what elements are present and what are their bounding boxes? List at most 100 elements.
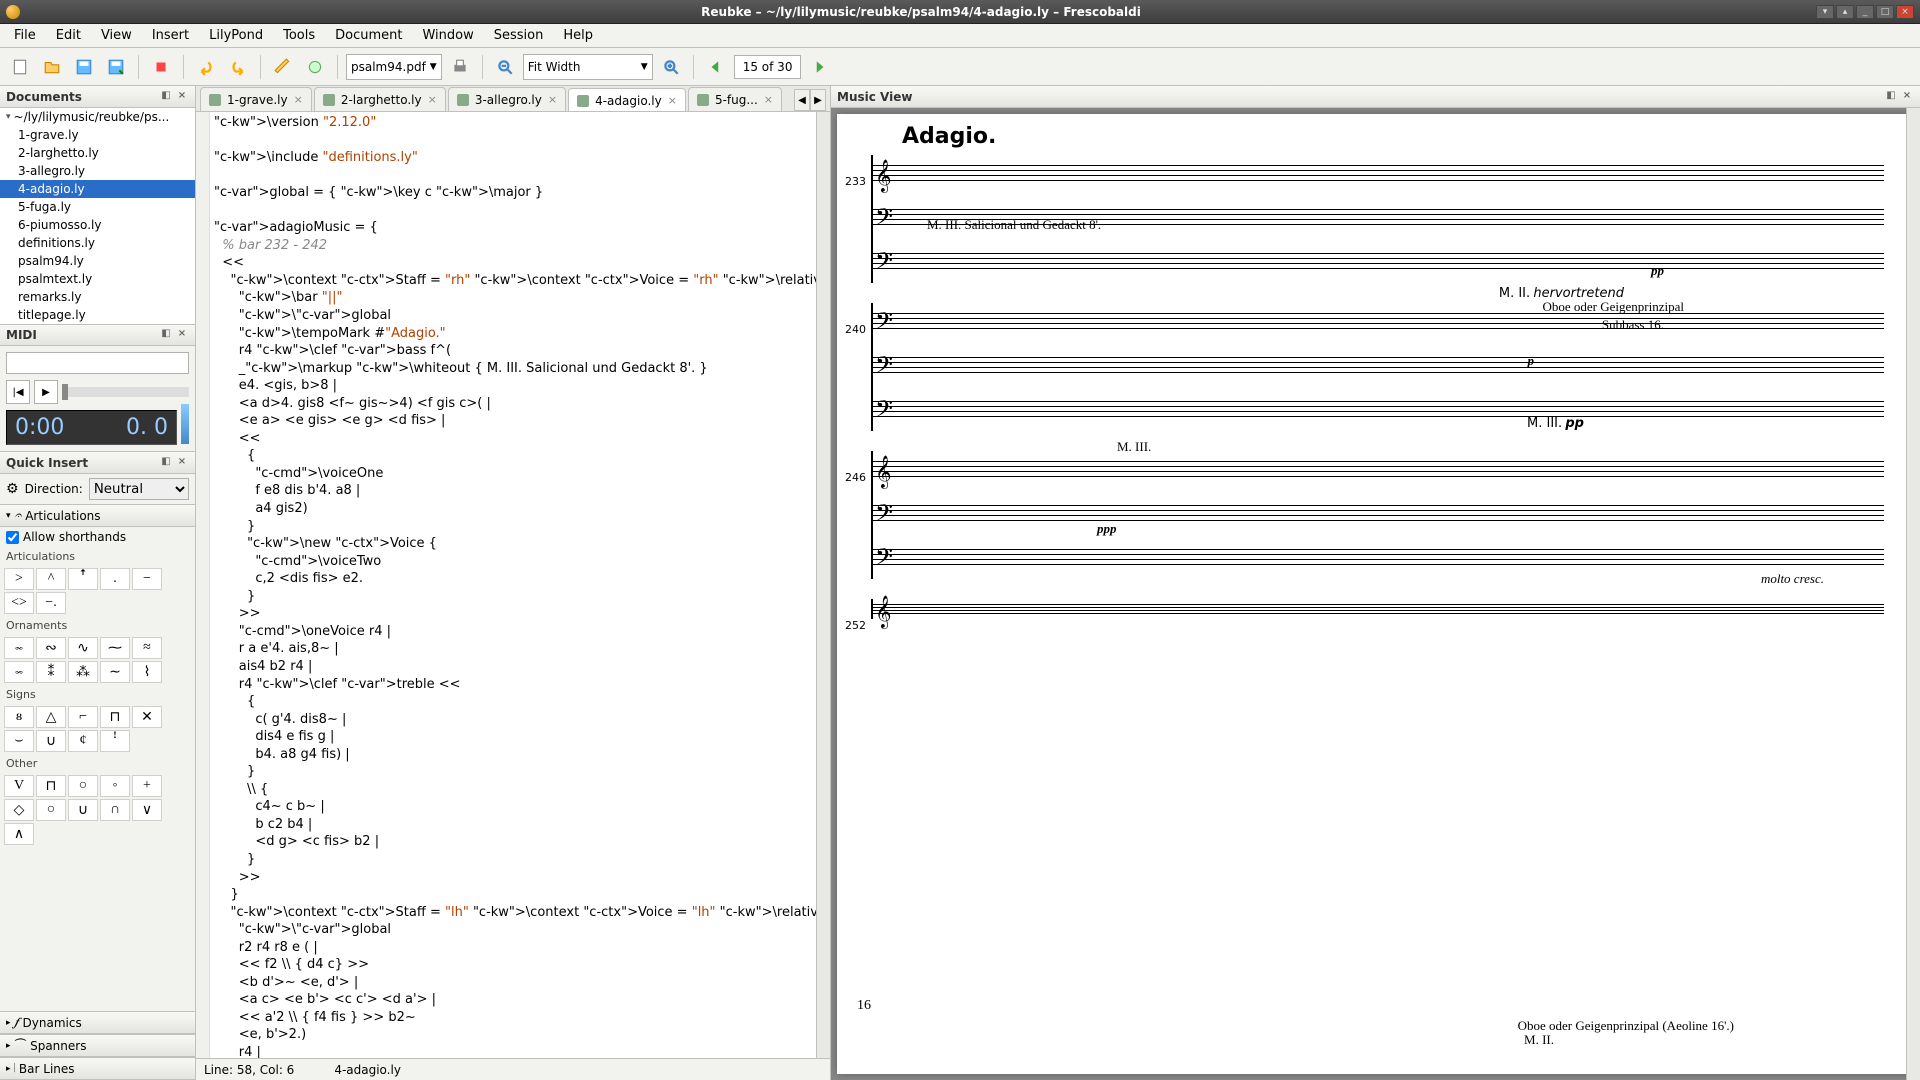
qi-barlines-section[interactable]: 𝄀Bar Lines (0, 1057, 195, 1080)
qi-symbol[interactable]: ∼ (100, 661, 130, 683)
document-item[interactable]: definitions.ly (0, 234, 195, 252)
document-item[interactable]: psalmtext.ly (0, 270, 195, 288)
tab-close-icon[interactable]: × (428, 93, 437, 106)
qi-symbol[interactable]: ꜛ (68, 568, 98, 590)
midi-rewind-button[interactable]: |◀ (6, 380, 30, 404)
qi-symbol[interactable]: + (132, 775, 162, 797)
close-button[interactable]: × (1896, 5, 1914, 19)
qi-shorthands-check[interactable]: Allow shorthands (0, 527, 195, 547)
save-as-button[interactable] (102, 53, 130, 81)
editor-tab[interactable]: 1-grave.ly× (200, 87, 312, 111)
qi-symbol[interactable]: −. (36, 592, 66, 614)
document-item[interactable]: titlepage.ly (0, 306, 195, 324)
panel-close-icon[interactable]: × (175, 328, 189, 342)
pdf-name-combo[interactable]: psalm94.pdf▼ (346, 54, 442, 80)
qi-symbol[interactable]: ∩ (100, 799, 130, 821)
qi-symbol[interactable]: ◇ (4, 799, 34, 821)
qi-symbol[interactable]: ⌐ (68, 706, 98, 728)
qi-symbol[interactable]: ∿ (68, 637, 98, 659)
qi-symbol[interactable]: 𝆗 (4, 637, 34, 659)
qi-spanners-section[interactable]: ⏜Spanners (0, 1034, 195, 1057)
tab-scroll-left[interactable]: ◀ (794, 89, 810, 111)
score-page[interactable]: Adagio. 233 M. III. Salicional und Gedac… (837, 114, 1914, 1074)
editor-tab[interactable]: 4-adagio.ly× (568, 88, 686, 111)
code-editor[interactable]: "c-kw">\version "2.12.0" "c-kw">\include… (196, 112, 830, 1058)
panel-close-icon[interactable]: × (175, 90, 189, 104)
qi-symbol[interactable]: ꜝ (100, 730, 130, 752)
menu-edit[interactable]: Edit (46, 25, 91, 46)
undo-button[interactable] (192, 53, 220, 81)
qi-articulations-section[interactable]: 𝄐Articulations (0, 504, 195, 527)
new-file-button[interactable] (6, 53, 34, 81)
qi-symbol[interactable]: V (4, 775, 34, 797)
panel-float-icon[interactable]: ◧ (159, 328, 173, 342)
minimize-button[interactable]: _ (1856, 5, 1874, 19)
document-item[interactable]: 3-allegro.ly (0, 162, 195, 180)
qi-symbol[interactable]: ⊓ (100, 706, 130, 728)
panel-float-icon[interactable]: ◧ (1884, 90, 1898, 104)
tab-scroll-right[interactable]: ▶ (810, 89, 826, 111)
panel-float-icon[interactable]: ◧ (159, 90, 173, 104)
maximize-button[interactable]: □ (1876, 5, 1894, 19)
qi-symbol[interactable]: ᴕ (4, 706, 34, 728)
page-info[interactable]: 15 of 30 (734, 55, 802, 79)
qi-symbol[interactable]: ∧ (4, 823, 34, 845)
qi-symbol[interactable]: ⊓ (36, 775, 66, 797)
editor-tab[interactable]: 2-larghetto.ly× (314, 87, 446, 111)
tab-close-icon[interactable]: × (294, 93, 303, 106)
qi-symbol[interactable]: . (100, 568, 130, 590)
midi-play-button[interactable]: ▶ (34, 380, 58, 404)
editor-scrollbar[interactable] (816, 112, 830, 1058)
save-file-button[interactable] (70, 53, 98, 81)
document-item[interactable]: 5-fuga.ly (0, 198, 195, 216)
documents-root[interactable]: ~/ly/lilymusic/reubke/ps... (0, 108, 195, 126)
open-file-button[interactable] (38, 53, 66, 81)
fold-gutter[interactable] (196, 112, 210, 1058)
editor-tab[interactable]: 3-allegro.ly× (448, 87, 566, 111)
musicview-scrollbar[interactable] (1906, 108, 1920, 1080)
engrave-button[interactable] (269, 53, 297, 81)
menu-view[interactable]: View (91, 25, 142, 46)
panel-close-icon[interactable]: × (1900, 90, 1914, 104)
qi-symbol[interactable]: ○ (36, 799, 66, 821)
panel-close-icon[interactable]: × (175, 456, 189, 470)
menu-help[interactable]: Help (553, 25, 603, 46)
music-view[interactable]: Adagio. 233 M. III. Salicional und Gedac… (831, 108, 1920, 1080)
menu-lilypond[interactable]: LilyPond (199, 25, 273, 46)
qi-symbol[interactable]: ⁑ (36, 661, 66, 683)
redo-button[interactable] (224, 53, 252, 81)
qi-symbol[interactable]: ⌣ (4, 730, 34, 752)
engrave-custom-button[interactable] (301, 53, 329, 81)
menu-file[interactable]: File (4, 25, 46, 46)
tab-close-icon[interactable]: × (764, 93, 773, 106)
tab-close-icon[interactable]: × (548, 93, 557, 106)
document-item[interactable]: 6-piumosso.ly (0, 216, 195, 234)
qi-symbol[interactable]: ⁓ (100, 637, 130, 659)
qi-symbol[interactable]: ≈ (132, 637, 162, 659)
menu-insert[interactable]: Insert (142, 25, 199, 46)
document-item[interactable]: psalm94.ly (0, 252, 195, 270)
midi-port-combo[interactable] (6, 352, 189, 374)
qi-symbol[interactable]: ○ (68, 775, 98, 797)
qi-dynamics-section[interactable]: 𝆑Dynamics (0, 1011, 195, 1034)
document-item[interactable]: 1-grave.ly (0, 126, 195, 144)
qi-symbol[interactable]: ◦ (100, 775, 130, 797)
qi-symbol[interactable]: ∪ (36, 730, 66, 752)
next-page-button[interactable] (805, 53, 833, 81)
menu-document[interactable]: Document (325, 25, 412, 46)
qi-symbol[interactable]: △ (36, 706, 66, 728)
qi-symbol[interactable]: ✕ (132, 706, 162, 728)
midi-position-slider[interactable] (62, 387, 189, 397)
qi-symbol[interactable]: ⌇ (132, 661, 162, 683)
qi-symbol[interactable]: ⁂ (68, 661, 98, 683)
qi-symbol[interactable]: − (132, 568, 162, 590)
dropdown-icon[interactable]: ▾ (1816, 5, 1834, 19)
qi-symbol[interactable]: ∪ (68, 799, 98, 821)
menu-window[interactable]: Window (412, 25, 483, 46)
menu-tools[interactable]: Tools (273, 25, 325, 46)
direction-select[interactable]: Neutral (89, 478, 189, 500)
roll-up-icon[interactable]: ▴ (1836, 5, 1854, 19)
gear-icon[interactable]: ⚙ (6, 481, 19, 497)
qi-symbol[interactable]: ∨ (132, 799, 162, 821)
print-button[interactable] (446, 53, 474, 81)
